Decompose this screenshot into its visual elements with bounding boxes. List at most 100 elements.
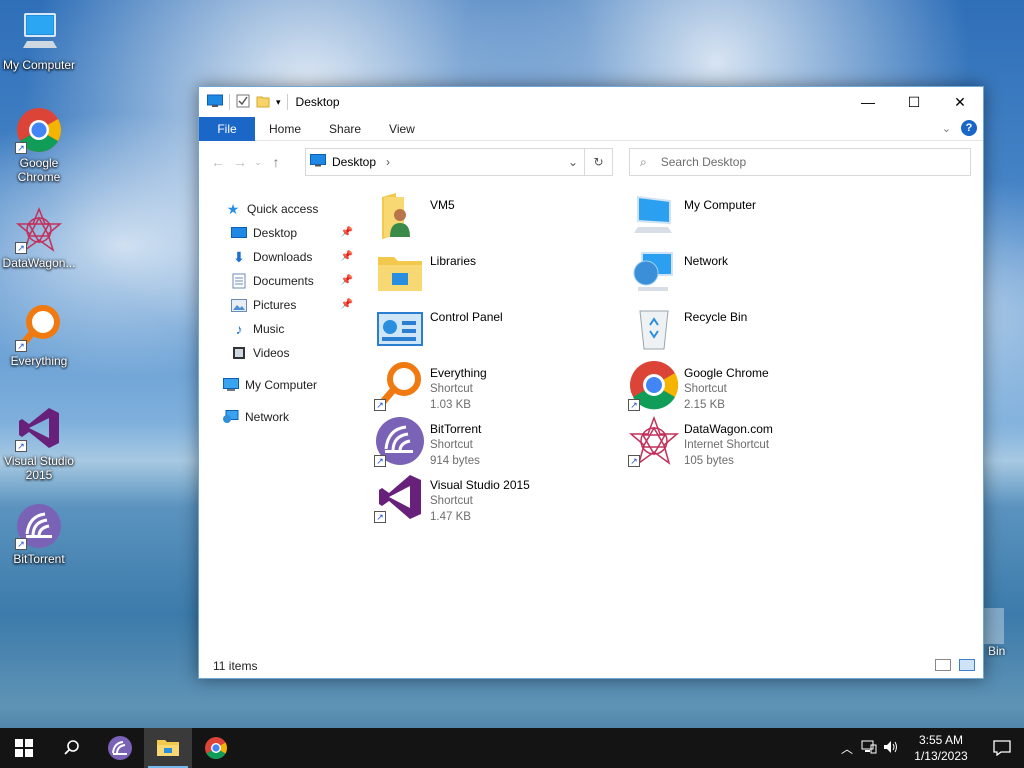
desktop-icon-visual-studio[interactable]: ↗ Visual Studio 2015 [0,404,78,482]
file-name: VM5 [430,198,455,212]
start-button[interactable] [0,728,48,768]
file-item-google-chrome[interactable]: ↗ Google Chrome Shortcut 2.15 KB [628,359,878,415]
file-explorer-window[interactable]: ▾ Desktop — ☐ ✕ File Home Share View ⌄ ?… [198,86,984,679]
window-desktop-icon [207,94,223,111]
search-box[interactable]: ⌕ Search Desktop [629,148,971,176]
qat-dropdown-icon[interactable]: ▾ [276,97,281,108]
expand-ribbon-icon[interactable]: ⌄ [942,122,951,135]
nav-item-label: Desktop [253,226,298,240]
shortcut-arrow-icon: ↗ [15,242,27,254]
file-item-network[interactable]: Network [628,247,878,303]
address-dropdown-icon[interactable]: ⌄ [568,155,578,169]
file-name: Recycle Bin [684,310,748,324]
breadcrumb-chevron-icon[interactable]: › [386,155,390,169]
nav-item-pictures[interactable]: Pictures 📌 [199,293,357,317]
recent-locations-button[interactable]: ⌄ [251,157,265,168]
file-name: Libraries [430,254,477,268]
file-item-visual-studio-2015[interactable]: ↗ Visual Studio 2015 Shortcut 1.47 KB [374,471,624,527]
pictures-icon [231,297,247,313]
nav-item-music[interactable]: ♪ Music [199,317,357,341]
volume-icon[interactable] [880,740,902,757]
nav-item-desktop[interactable]: Desktop 📌 [199,221,357,245]
tab-share[interactable]: Share [315,117,375,141]
up-button[interactable]: ↑ [265,154,287,170]
desktop-icon-google-chrome[interactable]: ↗ Google Chrome [0,106,78,184]
shortcut-arrow-icon: ↗ [374,399,386,411]
chrome-icon: ↗ [628,359,680,411]
taskbar-file-explorer[interactable] [144,728,192,768]
file-item-vm5[interactable]: VM5 [374,191,624,247]
pin-icon[interactable]: 📌 [341,227,353,238]
breadcrumb-desktop[interactable]: Desktop [332,155,376,169]
desktop-icon [231,225,247,241]
file-item-bittorrent[interactable]: ↗ BitTorrent Shortcut 914 bytes [374,415,624,471]
qat-separator [229,94,230,110]
pin-icon[interactable]: 📌 [341,275,353,286]
back-button[interactable]: ← [207,154,229,170]
videos-icon [231,345,247,361]
properties-icon[interactable] [236,94,250,111]
details-view-button[interactable] [935,659,951,671]
navigation-pane: ★ Quick access Desktop 📌 ⬇ Downloads 📌 D… [199,197,357,429]
window-title: Desktop [295,95,340,109]
show-hidden-icons-button[interactable]: ︿ [836,740,858,757]
computer-icon [223,377,239,393]
network-status-icon[interactable] [858,740,880,757]
forward-button[interactable]: → [229,154,251,170]
nav-item-documents[interactable]: Documents 📌 [199,269,357,293]
clock[interactable]: 3:55 AM 1/13/2023 [902,732,980,764]
file-size: 105 bytes [684,455,734,467]
desktop-icon-my-computer[interactable]: My Computer [0,8,78,72]
shortcut-arrow-icon: ↗ [374,455,386,467]
nav-item-downloads[interactable]: ⬇ Downloads 📌 [199,245,357,269]
nav-item-label: Documents [253,274,314,288]
libraries-folder-icon [374,247,426,299]
tab-file[interactable]: File [199,116,255,141]
nav-item-label: Quick access [247,202,319,216]
help-button[interactable]: ? [961,120,977,136]
refresh-button[interactable]: ↻ [585,148,613,176]
action-center-button[interactable] [980,740,1024,756]
file-type: Shortcut [430,495,473,507]
desktop-icon-label: Bin [988,644,1006,658]
desktop-icon-recycle-bin-partial[interactable]: Bin [984,608,1005,658]
file-item-control-panel[interactable]: Control Panel [374,303,624,359]
taskbar-google-chrome[interactable] [192,728,240,768]
search-button[interactable] [48,728,96,768]
nav-item-quick-access[interactable]: ★ Quick access [199,197,357,221]
recycle-bin-icon [984,608,1004,644]
desktop-icon-everything[interactable]: ↗ Everything [0,304,78,368]
pin-icon[interactable]: 📌 [341,251,353,262]
file-name: DataWagon.com [684,422,773,436]
desktop-icon-bittorrent[interactable]: ↗ BitTorrent [0,502,78,566]
quick-access-toolbar: ▾ [199,94,288,111]
tab-home[interactable]: Home [255,117,315,141]
title-bar[interactable]: ▾ Desktop — ☐ ✕ [199,87,983,117]
close-button[interactable]: ✕ [937,87,983,117]
file-item-libraries[interactable]: Libraries [374,247,624,303]
large-icons-view-button[interactable] [959,659,975,671]
clock-date: 1/13/2023 [914,749,968,763]
maximize-button[interactable]: ☐ [891,87,937,117]
new-folder-icon[interactable] [256,94,270,111]
datawagon-icon: ↗ [628,415,680,467]
file-item-datawagon[interactable]: ↗ DataWagon.com Internet Shortcut 105 by… [628,415,878,471]
tab-view[interactable]: View [375,117,429,141]
computer-icon [15,8,63,56]
nav-item-my-computer[interactable]: My Computer [199,373,357,397]
address-bar[interactable]: Desktop › ⌄ [305,148,585,176]
file-item-everything[interactable]: ↗ Everything Shortcut 1.03 KB [374,359,624,415]
minimize-button[interactable]: — [845,87,891,117]
clock-time: 3:55 AM [918,733,964,747]
desktop-icon-datawagon[interactable]: ↗ DataWagon... [0,206,78,270]
file-explorer-icon [157,740,179,756]
nav-item-videos[interactable]: Videos [199,341,357,365]
nav-item-network[interactable]: Network [199,405,357,429]
file-item-my-computer[interactable]: My Computer [628,191,878,247]
bittorrent-icon: ↗ [15,502,63,550]
pin-icon[interactable]: 📌 [341,299,353,310]
file-name: Control Panel [430,310,503,324]
file-item-recycle-bin[interactable]: Recycle Bin [628,303,878,359]
system-tray: ︿ 3:55 AM 1/13/2023 [836,728,1024,768]
taskbar-bittorrent[interactable] [96,728,144,768]
